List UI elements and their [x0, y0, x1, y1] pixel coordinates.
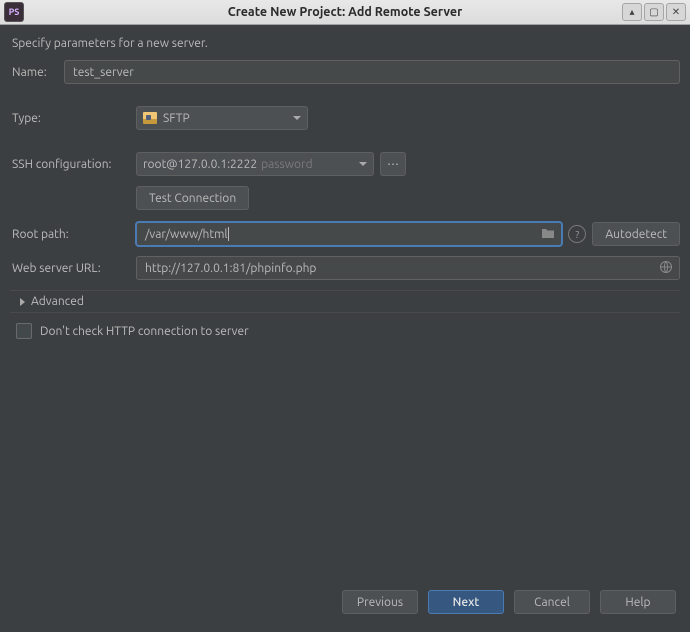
close-icon[interactable]: ✕ — [666, 3, 686, 21]
help-icon[interactable]: ? — [568, 225, 586, 243]
folder-icon[interactable] — [541, 227, 555, 242]
maximize-icon[interactable]: ▢ — [644, 3, 664, 21]
minimize-icon[interactable]: ▴ — [622, 3, 642, 21]
ssh-value: root@127.0.0.1:2222 — [143, 158, 257, 171]
row-checkbox: Don't check HTTP connection to server — [10, 323, 680, 339]
advanced-label: Advanced — [31, 295, 84, 308]
ssh-more-button[interactable]: ⋯ — [380, 152, 406, 176]
title-bar: PS Create New Project: Add Remote Server… — [0, 0, 690, 25]
type-dropdown[interactable]: SFTP — [136, 106, 308, 130]
url-label: Web server URL: — [10, 262, 136, 275]
test-connection-button[interactable]: Test Connection — [136, 186, 249, 210]
row-name: Name: — [10, 60, 680, 84]
ssh-label: SSH configuration: — [10, 158, 136, 171]
ssh-dropdown[interactable]: root@127.0.0.1:2222 password — [136, 152, 374, 176]
previous-button[interactable]: Previous — [342, 590, 418, 614]
row-type: Type: SFTP — [10, 106, 680, 130]
ellipsis-icon: ⋯ — [387, 157, 399, 171]
help-button[interactable]: Help — [600, 590, 676, 614]
row-ssh: SSH configuration: root@127.0.0.1:2222 p… — [10, 152, 680, 176]
row-url: Web server URL: http://127.0.0.1:81/phpi… — [10, 256, 680, 280]
ssh-auth-hint: password — [261, 158, 312, 171]
dialog-content: Specify parameters for a new server. Nam… — [0, 25, 690, 339]
root-label: Root path: — [10, 228, 136, 241]
advanced-toggle[interactable]: Advanced — [10, 290, 680, 313]
checkbox-label: Don't check HTTP connection to server — [40, 325, 249, 338]
root-path-input[interactable]: /var/www/html — [136, 222, 562, 246]
type-label: Type: — [10, 112, 136, 125]
name-label: Name: — [10, 66, 64, 79]
text-caret — [228, 227, 229, 241]
url-value: http://127.0.0.1:81/phpinfo.php — [145, 262, 316, 275]
instructions-text: Specify parameters for a new server. — [12, 37, 680, 50]
row-root: Root path: /var/www/html ? Autodetect — [10, 222, 680, 246]
window-controls: ▴ ▢ ✕ — [622, 3, 686, 21]
autodetect-button[interactable]: Autodetect — [592, 222, 680, 246]
dialog-footer: Previous Next Cancel Help — [0, 580, 690, 632]
triangle-right-icon — [20, 298, 25, 306]
name-input-inner[interactable] — [73, 66, 671, 79]
url-input[interactable]: http://127.0.0.1:81/phpinfo.php — [136, 256, 680, 280]
type-value: SFTP — [163, 112, 190, 125]
name-input[interactable] — [64, 60, 680, 84]
window-title: Create New Project: Add Remote Server — [0, 5, 690, 19]
cancel-button[interactable]: Cancel — [514, 590, 590, 614]
root-path-value: /var/www/html — [145, 228, 228, 241]
sftp-icon — [143, 112, 157, 124]
globe-icon[interactable] — [659, 260, 673, 277]
row-test: Test Connection — [10, 186, 680, 210]
chevron-down-icon — [359, 162, 367, 166]
dont-check-http-checkbox[interactable] — [16, 323, 32, 339]
chevron-down-icon — [293, 116, 301, 120]
next-button[interactable]: Next — [428, 590, 504, 614]
app-icon: PS — [4, 2, 24, 22]
